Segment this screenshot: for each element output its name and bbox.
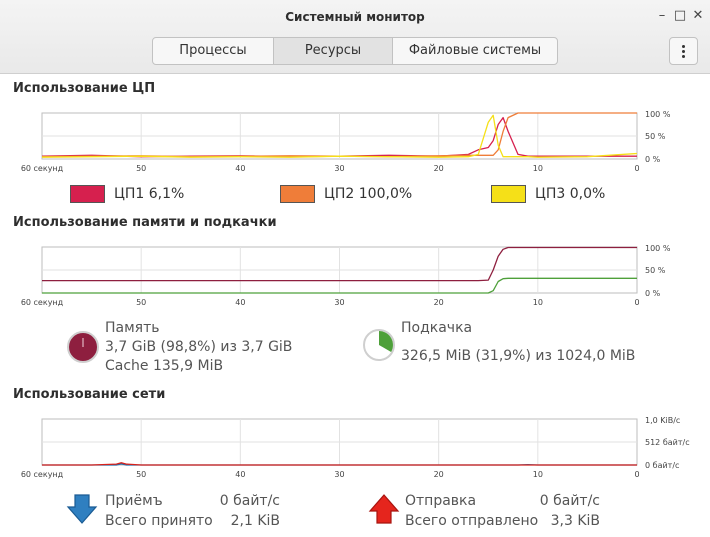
- x-tick-label: 10: [533, 470, 543, 479]
- menu-dot-icon: [682, 45, 685, 48]
- memory-pie-icon[interactable]: [66, 330, 100, 364]
- close-icon[interactable]: ✕: [690, 8, 706, 24]
- y-tick-label: 0 %: [645, 289, 661, 298]
- cpu1-label: ЦП1: [114, 186, 145, 202]
- send-total-label: Всего отправлено: [405, 513, 539, 529]
- x-tick-label: 20: [434, 298, 444, 307]
- receive-total: 2,1 KiB: [230, 513, 280, 529]
- memory-graph: 60 секунд 50 40 30 20 10 0 100 % 50 % 0 %: [21, 244, 671, 307]
- network-section-title: Использование сети: [13, 387, 166, 402]
- x-tick-label: 50: [136, 164, 146, 173]
- cpu2-legend: ЦП2 100,0%: [280, 185, 412, 203]
- download-arrow-icon[interactable]: [66, 493, 98, 525]
- cpu2-value: 100,0%: [358, 186, 413, 202]
- y-tick-label: 512 байт/с: [645, 438, 690, 447]
- view-switcher: Процессы Ресурсы Файловые системы: [152, 37, 558, 65]
- cpu-section-title: Использование ЦП: [13, 81, 156, 96]
- cpu1-value: 6,1%: [148, 186, 185, 202]
- cpu2-label: ЦП2: [324, 186, 355, 202]
- x-tick-label: 40: [235, 470, 245, 479]
- menu-dot-icon: [682, 50, 685, 53]
- memory-usage: 3,7 GiB (98,8%) из 3,7 GiB: [105, 339, 293, 355]
- swap-info: Подкачка 326,5 MiB (31,9%) из 1024,0 MiB: [401, 319, 635, 366]
- tab-resources[interactable]: Ресурсы: [274, 38, 393, 64]
- receive-rate: 0 байт/с: [219, 493, 280, 509]
- send-rate: 0 байт/с: [539, 493, 600, 509]
- memory-info: Память 3,7 GiB (98,8%) из 3,7 GiB Cache …: [105, 319, 292, 376]
- menu-dot-icon: [682, 55, 685, 58]
- send-total: 3,3 KiB: [550, 513, 600, 529]
- x-tick-label: 20: [434, 470, 444, 479]
- minimize-icon[interactable]: –: [654, 8, 670, 24]
- upload-arrow-icon[interactable]: [368, 493, 400, 525]
- x-tick-label: 10: [533, 164, 543, 173]
- window-header: Системный монитор – □ ✕ Процессы Ресурсы…: [0, 0, 710, 74]
- send-values: 0 байт/с 3,3 KiB: [520, 491, 600, 531]
- cpu3-label: ЦП3: [535, 186, 566, 202]
- x-tick-label: 40: [235, 298, 245, 307]
- x-tick-label: 30: [334, 470, 344, 479]
- y-tick-label: 100 %: [645, 244, 671, 253]
- swap-pie-icon[interactable]: [362, 328, 396, 362]
- cpu3-legend: ЦП3 0,0%: [491, 185, 605, 203]
- x-tick-label: 60 секунд: [21, 470, 64, 479]
- window-title: Системный монитор: [285, 10, 425, 24]
- x-tick-label: 0: [634, 164, 639, 173]
- memory-title: Память: [105, 320, 160, 336]
- app-menu-button[interactable]: [669, 37, 698, 65]
- network-graph: 60 секунд 50 40 30 20 10 0 1,0 KiB/с 512 байт/с 0…: [21, 416, 690, 479]
- y-tick-label: 0 байт/с: [645, 461, 679, 470]
- receive-label: Приёмъ: [105, 493, 163, 509]
- x-tick-label: 50: [136, 470, 146, 479]
- y-tick-label: 100 %: [645, 110, 671, 119]
- send-info: Отправка Всего отправлено: [405, 491, 538, 531]
- x-tick-label: 60 секунд: [21, 164, 64, 173]
- y-tick-label: 50 %: [645, 266, 666, 275]
- y-tick-label: 1,0 KiB/с: [645, 416, 680, 425]
- x-tick-label: 50: [136, 298, 146, 307]
- x-tick-label: 0: [634, 470, 639, 479]
- x-tick-label: 20: [434, 164, 444, 173]
- cpu2-color-swatch[interactable]: [280, 185, 315, 203]
- y-tick-label: 0 %: [645, 155, 661, 164]
- x-tick-label: 60 секунд: [21, 298, 64, 307]
- tab-processes[interactable]: Процессы: [153, 38, 274, 64]
- memory-section-title: Использование памяти и подкачки: [13, 215, 277, 230]
- cpu1-color-swatch[interactable]: [70, 185, 105, 203]
- tab-filesystems[interactable]: Файловые системы: [393, 38, 557, 64]
- receive-info: Приёмъ Всего принято: [105, 491, 213, 531]
- send-label: Отправка: [405, 493, 477, 509]
- x-tick-label: 0: [634, 298, 639, 307]
- receive-values: 0 байт/с 2,1 KiB: [200, 491, 280, 531]
- cpu-graph: 60 секунд 50 40 30 20 10 0 100 % 50 % 0 %: [21, 110, 671, 173]
- y-tick-label: 50 %: [645, 132, 666, 141]
- memory-cache: Cache 135,9 MiB: [105, 358, 224, 374]
- swap-title: Подкачка: [401, 320, 473, 336]
- x-tick-label: 40: [235, 164, 245, 173]
- x-tick-label: 30: [334, 298, 344, 307]
- x-tick-label: 10: [533, 298, 543, 307]
- cpu3-color-swatch[interactable]: [491, 185, 526, 203]
- maximize-icon[interactable]: □: [672, 8, 688, 24]
- swap-usage: 326,5 MiB (31,9%) из 1024,0 MiB: [401, 348, 636, 364]
- cpu1-legend: ЦП1 6,1%: [70, 185, 184, 203]
- receive-total-label: Всего принято: [105, 513, 213, 529]
- x-tick-label: 30: [334, 164, 344, 173]
- cpu3-value: 0,0%: [569, 186, 606, 202]
